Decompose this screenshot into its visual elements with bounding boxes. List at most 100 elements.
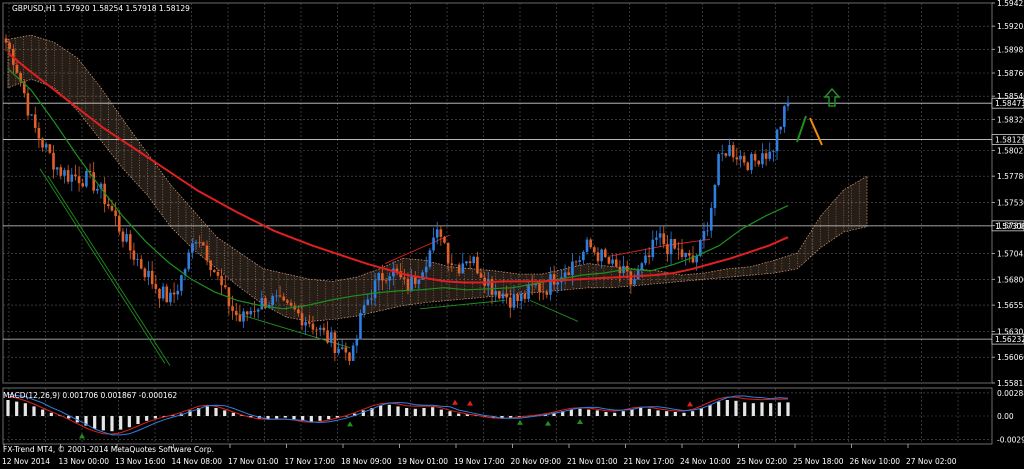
candle-body xyxy=(541,291,545,293)
candle-body xyxy=(519,293,523,302)
candle-body xyxy=(764,153,768,159)
price-tick-label: 1.57310 xyxy=(997,222,1024,231)
candle-body xyxy=(337,348,340,353)
candle-body xyxy=(724,153,728,156)
macd-tick-label: 0.00 xyxy=(997,412,1014,421)
candle-body xyxy=(117,216,121,232)
candle-body xyxy=(454,264,457,266)
chart-window[interactable]: 1.584731.581291.573081.56232 1.594251.59… xyxy=(0,0,1024,469)
candle-body xyxy=(545,291,549,295)
macd-bar xyxy=(587,409,591,416)
candle-body xyxy=(651,239,655,258)
time-tick-label: 17 Nov 01:00 xyxy=(228,457,279,466)
candle-body xyxy=(428,250,432,267)
candle-body xyxy=(340,347,344,349)
candle-body xyxy=(70,174,74,182)
candle-body xyxy=(81,183,85,187)
candle-body xyxy=(242,311,245,322)
candle-body xyxy=(212,270,216,272)
candle-body xyxy=(775,129,779,152)
candle-body xyxy=(132,250,136,260)
candle-body xyxy=(516,294,519,302)
candle-body xyxy=(410,275,413,291)
candle-body xyxy=(359,312,362,340)
candle-body xyxy=(147,270,150,278)
candle-body xyxy=(33,114,37,128)
candle-body xyxy=(600,249,603,262)
candle-body xyxy=(30,114,33,116)
time-tick-label: 26 Nov 10:00 xyxy=(850,457,901,466)
time-tick-label: 13 Nov 00:00 xyxy=(59,457,110,466)
candle-body xyxy=(216,271,220,276)
candle-body xyxy=(194,242,198,244)
price-tick-label: 1.56305 xyxy=(997,327,1024,336)
candle-body xyxy=(286,300,289,303)
candle-body xyxy=(59,167,63,176)
macd-bar xyxy=(387,404,391,416)
price-tick-label: 1.57530 xyxy=(997,198,1024,207)
price-tick-label: 1.58760 xyxy=(997,69,1024,78)
candle-body xyxy=(52,152,55,170)
candle-body xyxy=(85,171,88,187)
candle-body xyxy=(728,145,731,156)
candle-body xyxy=(629,271,633,285)
price-tick-label: 1.58025 xyxy=(997,146,1024,155)
candle-body xyxy=(362,305,366,313)
macd-bar xyxy=(613,412,617,416)
candle-body xyxy=(231,306,234,311)
macd-bar xyxy=(32,406,36,416)
macd-bar xyxy=(292,416,296,420)
macd-bar xyxy=(630,409,634,416)
candle-body xyxy=(4,38,8,43)
candle-body xyxy=(322,327,326,331)
candle-body xyxy=(636,270,640,280)
candle-body xyxy=(538,283,541,292)
candle-body xyxy=(468,261,472,264)
price-tick-label: 1.56800 xyxy=(997,275,1024,284)
candle-body xyxy=(114,210,117,217)
macd-bar xyxy=(6,400,10,416)
candle-body xyxy=(315,329,318,331)
candle-body xyxy=(282,296,286,301)
macd-tick-label: 0.002881 xyxy=(997,389,1024,398)
candle-body xyxy=(596,252,600,262)
candle-body xyxy=(739,155,742,160)
candle-body xyxy=(508,297,512,308)
candle-body xyxy=(107,204,110,206)
candle-body xyxy=(556,282,560,285)
level-label: 1.58129 xyxy=(995,135,1024,144)
candle-body xyxy=(746,162,750,170)
candle-body xyxy=(110,205,114,211)
candle-body xyxy=(48,144,52,153)
candle-body xyxy=(578,260,582,262)
candle-body xyxy=(220,275,223,286)
time-tick-label: 19 Nov 17:00 xyxy=(454,457,505,466)
price-tick-label: 1.57045 xyxy=(997,250,1024,259)
macd-tick-label: -0.002913 xyxy=(997,435,1024,444)
candle-body xyxy=(574,261,578,263)
macd-bar xyxy=(223,410,227,416)
candle-body xyxy=(717,154,720,185)
macd-bar xyxy=(145,416,149,421)
price-chart-svg[interactable]: 1.584731.581291.573081.56232 1.594251.59… xyxy=(0,0,1024,469)
candle-body xyxy=(633,279,636,285)
candle-body xyxy=(684,253,687,257)
macd-bar xyxy=(691,411,695,416)
macd-bar xyxy=(760,402,764,416)
candle-body xyxy=(348,352,351,361)
candle-body xyxy=(757,160,761,165)
macd-bar xyxy=(136,416,140,424)
candle-body xyxy=(74,174,77,177)
price-tick-label: 1.58320 xyxy=(997,115,1024,124)
candle-body xyxy=(209,260,212,271)
candle-body xyxy=(245,311,249,315)
candle-body xyxy=(439,229,443,237)
candle-body xyxy=(260,298,264,310)
candle-body xyxy=(403,277,406,279)
time-tick-label: 24 Nov 10:00 xyxy=(680,457,731,466)
candle-body xyxy=(527,284,530,299)
macd-title: MACD(12,26,9) 0.001706 0.001867 -0.00016… xyxy=(3,391,177,400)
macd-bar xyxy=(205,406,209,416)
candle-body xyxy=(432,237,435,251)
macd-bar xyxy=(569,409,573,416)
